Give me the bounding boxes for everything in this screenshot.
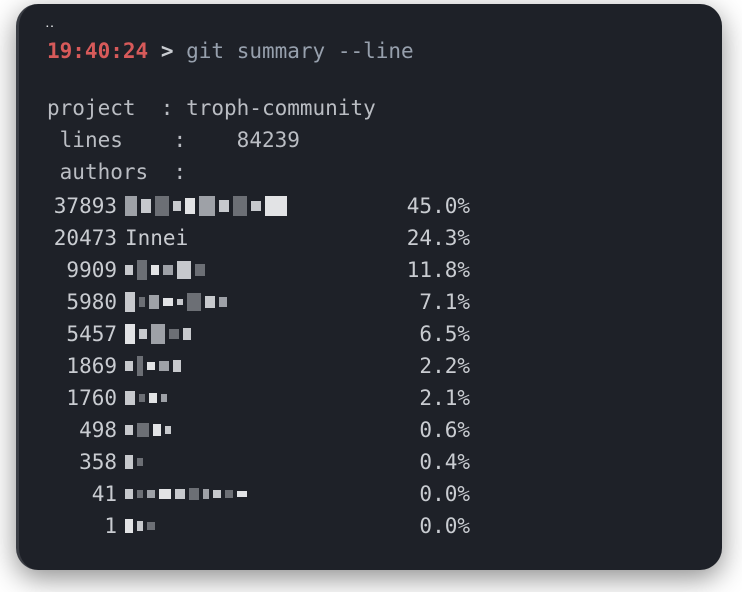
author-percent: 0.4%: [390, 446, 470, 478]
author-list: 3789345.0%20473Innei24.3%990911.8%59807.…: [47, 190, 712, 542]
author-percent: 0.6%: [390, 414, 470, 446]
window-caption-dots: ‥: [45, 16, 712, 30]
author-row: 358 0.4%: [47, 446, 712, 478]
author-row: 1760 2.1%: [47, 382, 712, 414]
author-percent: 24.3%: [390, 222, 470, 254]
author-name: [117, 452, 390, 472]
author-percent: 11.8%: [390, 254, 470, 286]
author-line-count: 9909: [47, 254, 117, 286]
author-percent: 45.0%: [390, 190, 470, 222]
author-name: [117, 260, 390, 280]
author-percent: 2.1%: [390, 382, 470, 414]
prompt-time: 19:40:24: [47, 39, 148, 63]
redacted-name-icon: [125, 292, 231, 312]
summary-info: project : troph-community lines : 84239 …: [47, 92, 712, 188]
author-name: Innei: [117, 222, 390, 254]
author-row: 37893 45.0%: [47, 190, 712, 222]
author-row: 498 0.6%: [47, 414, 712, 446]
project-value: troph-community: [186, 96, 376, 120]
prompt-chevron: >: [161, 39, 174, 63]
author-name: [117, 420, 390, 440]
author-line-count: 498: [47, 414, 117, 446]
author-percent: 2.2%: [390, 350, 470, 382]
author-row: 41 0.0%: [47, 478, 712, 510]
author-row: 20473Innei24.3%: [47, 222, 712, 254]
redacted-name-icon: [125, 196, 291, 216]
author-row: 1869 2.2%: [47, 350, 712, 382]
author-percent: 7.1%: [390, 286, 470, 318]
author-name: [117, 484, 390, 504]
prompt-line[interactable]: 19:40:24 > git summary --line: [47, 36, 712, 66]
lines-label: lines: [60, 128, 123, 152]
author-line-count: 20473: [47, 222, 117, 254]
redacted-name-icon: [125, 324, 195, 344]
author-name: [117, 196, 390, 216]
redacted-name-icon: [125, 260, 209, 280]
project-label: project: [47, 96, 136, 120]
author-percent: 0.0%: [390, 478, 470, 510]
author-line-count: 37893: [47, 190, 117, 222]
authors-label: authors: [60, 160, 149, 184]
author-line-count: 5457: [47, 318, 117, 350]
redacted-name-icon: [125, 388, 171, 408]
author-line-count: 1: [47, 510, 117, 542]
terminal-window: ‥ 19:40:24 > git summary --line project …: [16, 4, 722, 570]
terminal-content: ‥ 19:40:24 > git summary --line project …: [19, 4, 722, 552]
author-row: 5980 7.1%: [47, 286, 712, 318]
prompt-command: git summary --line: [186, 39, 414, 63]
author-name: [117, 388, 390, 408]
redacted-name-icon: [125, 484, 251, 504]
author-name: [117, 292, 390, 312]
redacted-name-icon: [125, 420, 175, 440]
lines-value: 84239: [237, 128, 300, 152]
author-row: 9909 11.8%: [47, 254, 712, 286]
author-line-count: 358: [47, 446, 117, 478]
redacted-name-icon: [125, 356, 185, 376]
redacted-name-icon: [125, 516, 159, 536]
redacted-name-icon: [125, 452, 147, 472]
author-percent: 6.5%: [390, 318, 470, 350]
author-line-count: 5980: [47, 286, 117, 318]
author-line-count: 1869: [47, 350, 117, 382]
author-row: 5457 6.5%: [47, 318, 712, 350]
author-row: 1 0.0%: [47, 510, 712, 542]
author-line-count: 1760: [47, 382, 117, 414]
author-name: [117, 516, 390, 536]
author-percent: 0.0%: [390, 510, 470, 542]
author-line-count: 41: [47, 478, 117, 510]
author-name: [117, 324, 390, 344]
author-name: [117, 356, 390, 376]
